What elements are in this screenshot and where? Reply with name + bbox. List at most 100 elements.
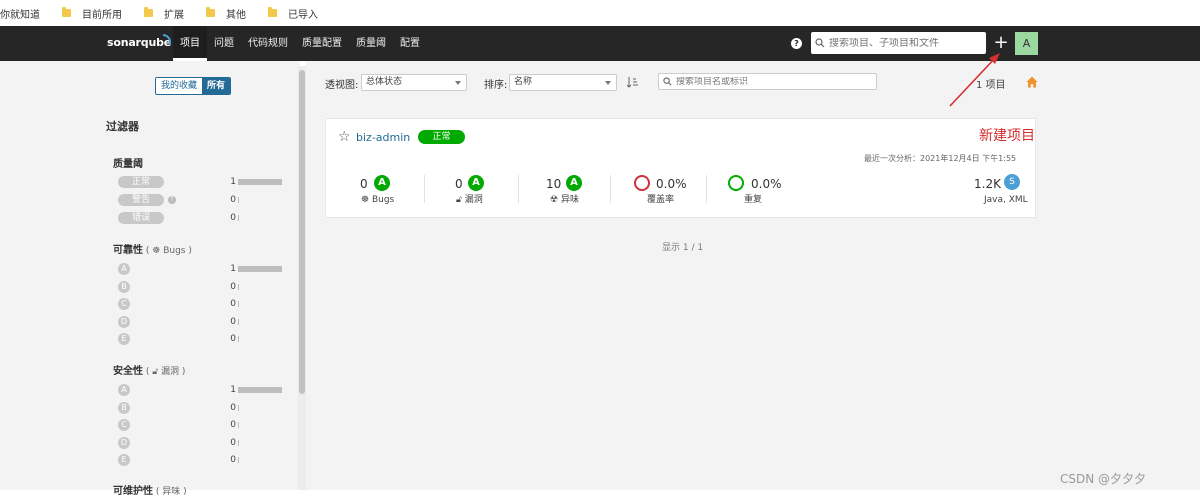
nav-quality-profiles[interactable]: 质量配置 [295,26,349,61]
metric-divider [424,175,425,203]
nav-issues[interactable]: 问题 [207,26,241,61]
search-icon [815,38,825,48]
vulnerabilities-label: 🔓︎ 漏洞 [456,195,483,205]
nav-projects[interactable]: 项目 [173,26,207,61]
perspective-select[interactable]: 总体状态 [361,74,467,91]
coverage-value[interactable]: 0.0% [656,176,687,192]
facet-count: 0 [230,403,236,413]
code-smells-rating[interactable]: A [566,175,582,191]
rating-circle: B [118,402,130,414]
rating-circle: D [118,316,130,328]
size-rating-badge: S [1004,174,1020,190]
scrollbar-thumb[interactable] [299,70,305,394]
facet-row-rel-c[interactable]: C 0 [118,298,288,312]
folder-icon [206,7,215,17]
facet-row-sec-b[interactable]: B 0 [118,402,288,416]
folder-icon [144,7,153,17]
facet-count: 0 [230,438,236,448]
facet-row-rel-e[interactable]: E 0 [118,333,288,347]
nav-quality-gates[interactable]: 质量阈 [349,26,393,61]
vulnerabilities-rating[interactable]: A [468,175,484,191]
coverage-label: 覆盖率 [647,195,675,205]
facet-title-text: 可维护性 [113,486,153,497]
facet-row-sec-d[interactable]: D 0 [118,437,288,451]
coverage-ring-icon [634,175,650,191]
code-smells-count[interactable]: 10 [546,176,561,192]
facet-row-warning[interactable]: 警告 ? 0 [118,194,288,208]
project-search[interactable] [658,73,877,90]
facet-row-rel-a[interactable]: A 1 [118,263,288,277]
bookmark-item[interactable]: 你就知道 [0,6,40,21]
help-icon[interactable]: ? [791,38,802,49]
toggle-all[interactable]: 所有 [202,78,231,94]
project-name-link[interactable]: biz-admin [356,131,410,144]
lines-of-code-value[interactable]: 1.2K [974,176,1001,192]
facet-bar [238,336,239,342]
metric-divider [610,175,611,203]
user-avatar[interactable]: A [1015,32,1038,55]
vulnerabilities-count[interactable]: 0 [455,176,463,192]
facet-row-rel-b[interactable]: B 0 [118,281,288,295]
facet-bar [238,179,282,185]
facet-row-sec-a[interactable]: A 1 [118,384,288,398]
gate-warning-pill: 警告 [118,194,164,206]
facet-row-sec-e[interactable]: E 0 [118,454,288,468]
facet-count: 0 [230,195,236,205]
facet-bar [238,266,282,272]
search-icon [663,77,672,86]
nav-rules[interactable]: 代码规则 [241,26,295,61]
sonarqube-logo[interactable]: sonarqube [107,36,171,49]
bookmark-folder[interactable]: 已导入 [268,6,318,21]
facet-bar [238,387,282,393]
facet-count: 1 [230,177,236,187]
facet-bar [238,319,239,325]
facet-bar [238,215,239,221]
perspective-label: 透视图: [325,80,359,91]
bugs-rating[interactable]: A [374,175,390,191]
facet-bar [238,440,239,446]
rating-circle: C [118,298,130,310]
help-icon: ? [168,196,176,204]
facet-bar [238,284,239,290]
watermark: CSDN @夕夕夕 [1060,472,1147,486]
rating-circle: E [118,333,130,345]
pagination-summary: 显示 1 / 1 [662,243,704,253]
bookmark-folder[interactable]: 其他 [206,6,246,21]
facet-subtitle: Bugs [163,246,186,256]
facet-count: 0 [230,334,236,344]
bookmark-folder[interactable]: 目前所用 [62,6,122,21]
facet-row-error[interactable]: 错误 0 [118,212,288,226]
bookmark-label: 扩展 [164,9,184,21]
project-search-input[interactable] [676,76,866,87]
favorite-star-icon[interactable]: ☆ [338,130,351,144]
bookmark-label: 你就知道 [0,9,40,21]
facet-row-passed[interactable]: 正常 1 [118,176,288,190]
facet-row-rel-d[interactable]: D 0 [118,316,288,330]
facet-bar [238,405,239,411]
sort-select[interactable]: 名称 [509,74,617,91]
facet-count: 0 [230,213,236,223]
sort-value: 名称 [514,77,533,87]
languages-label: Java, XML [984,195,1028,205]
toggle-favorites[interactable]: 我的收藏 [156,78,203,94]
home-icon[interactable] [1026,76,1038,88]
code-smells-label: ☢ 异味 [550,195,579,205]
sort-order-icon[interactable] [627,76,639,88]
rating-circle: D [118,437,130,449]
duplications-label: 重复 [744,195,763,205]
duplications-value[interactable]: 0.0% [751,176,782,192]
global-search-input[interactable] [829,37,979,49]
bookmark-label: 其他 [226,9,246,21]
bookmark-label: 已导入 [288,9,318,21]
quality-gate-badge: 正常 [418,130,465,144]
bugs-count[interactable]: 0 [360,176,368,192]
favorites-all-toggle: 我的收藏 所有 [155,77,232,95]
facet-row-sec-c[interactable]: C 0 [118,419,288,433]
nav-administration[interactable]: 配置 [393,26,427,61]
bookmarks-bar: 你就知道 目前所用 扩展 其他 已导入 [0,0,1200,26]
facet-subtitle: 漏洞 [160,367,179,377]
bookmark-folder[interactable]: 扩展 [144,6,184,21]
chevron-down-icon [455,81,461,85]
facet-count: 1 [230,385,236,395]
lock-icon: 🔓︎ [456,195,462,205]
